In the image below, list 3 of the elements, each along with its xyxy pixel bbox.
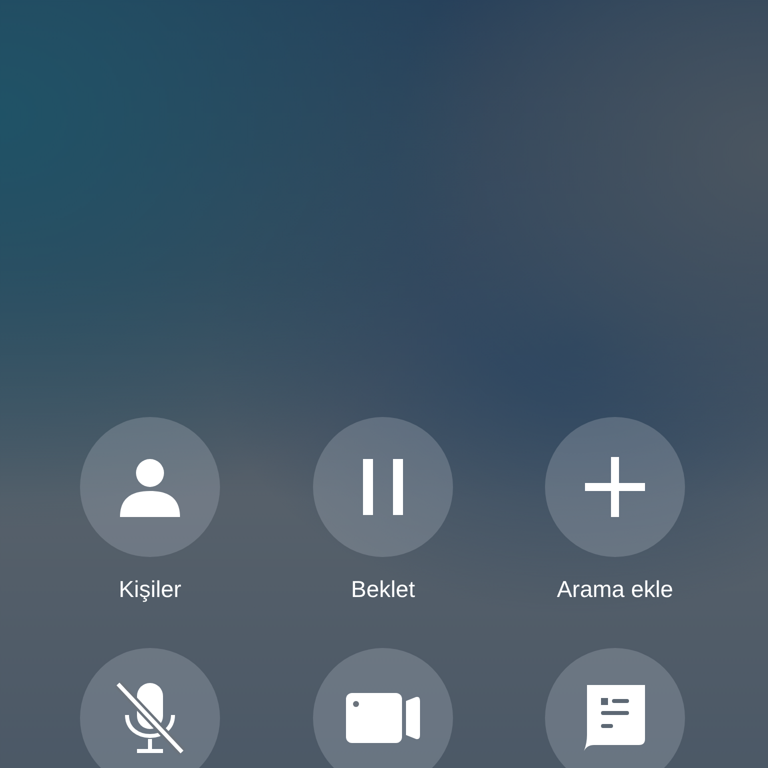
button-label: Beklet [351, 575, 415, 603]
button-label: Arama ekle [556, 575, 674, 603]
button-label: Kişiler [118, 575, 182, 603]
